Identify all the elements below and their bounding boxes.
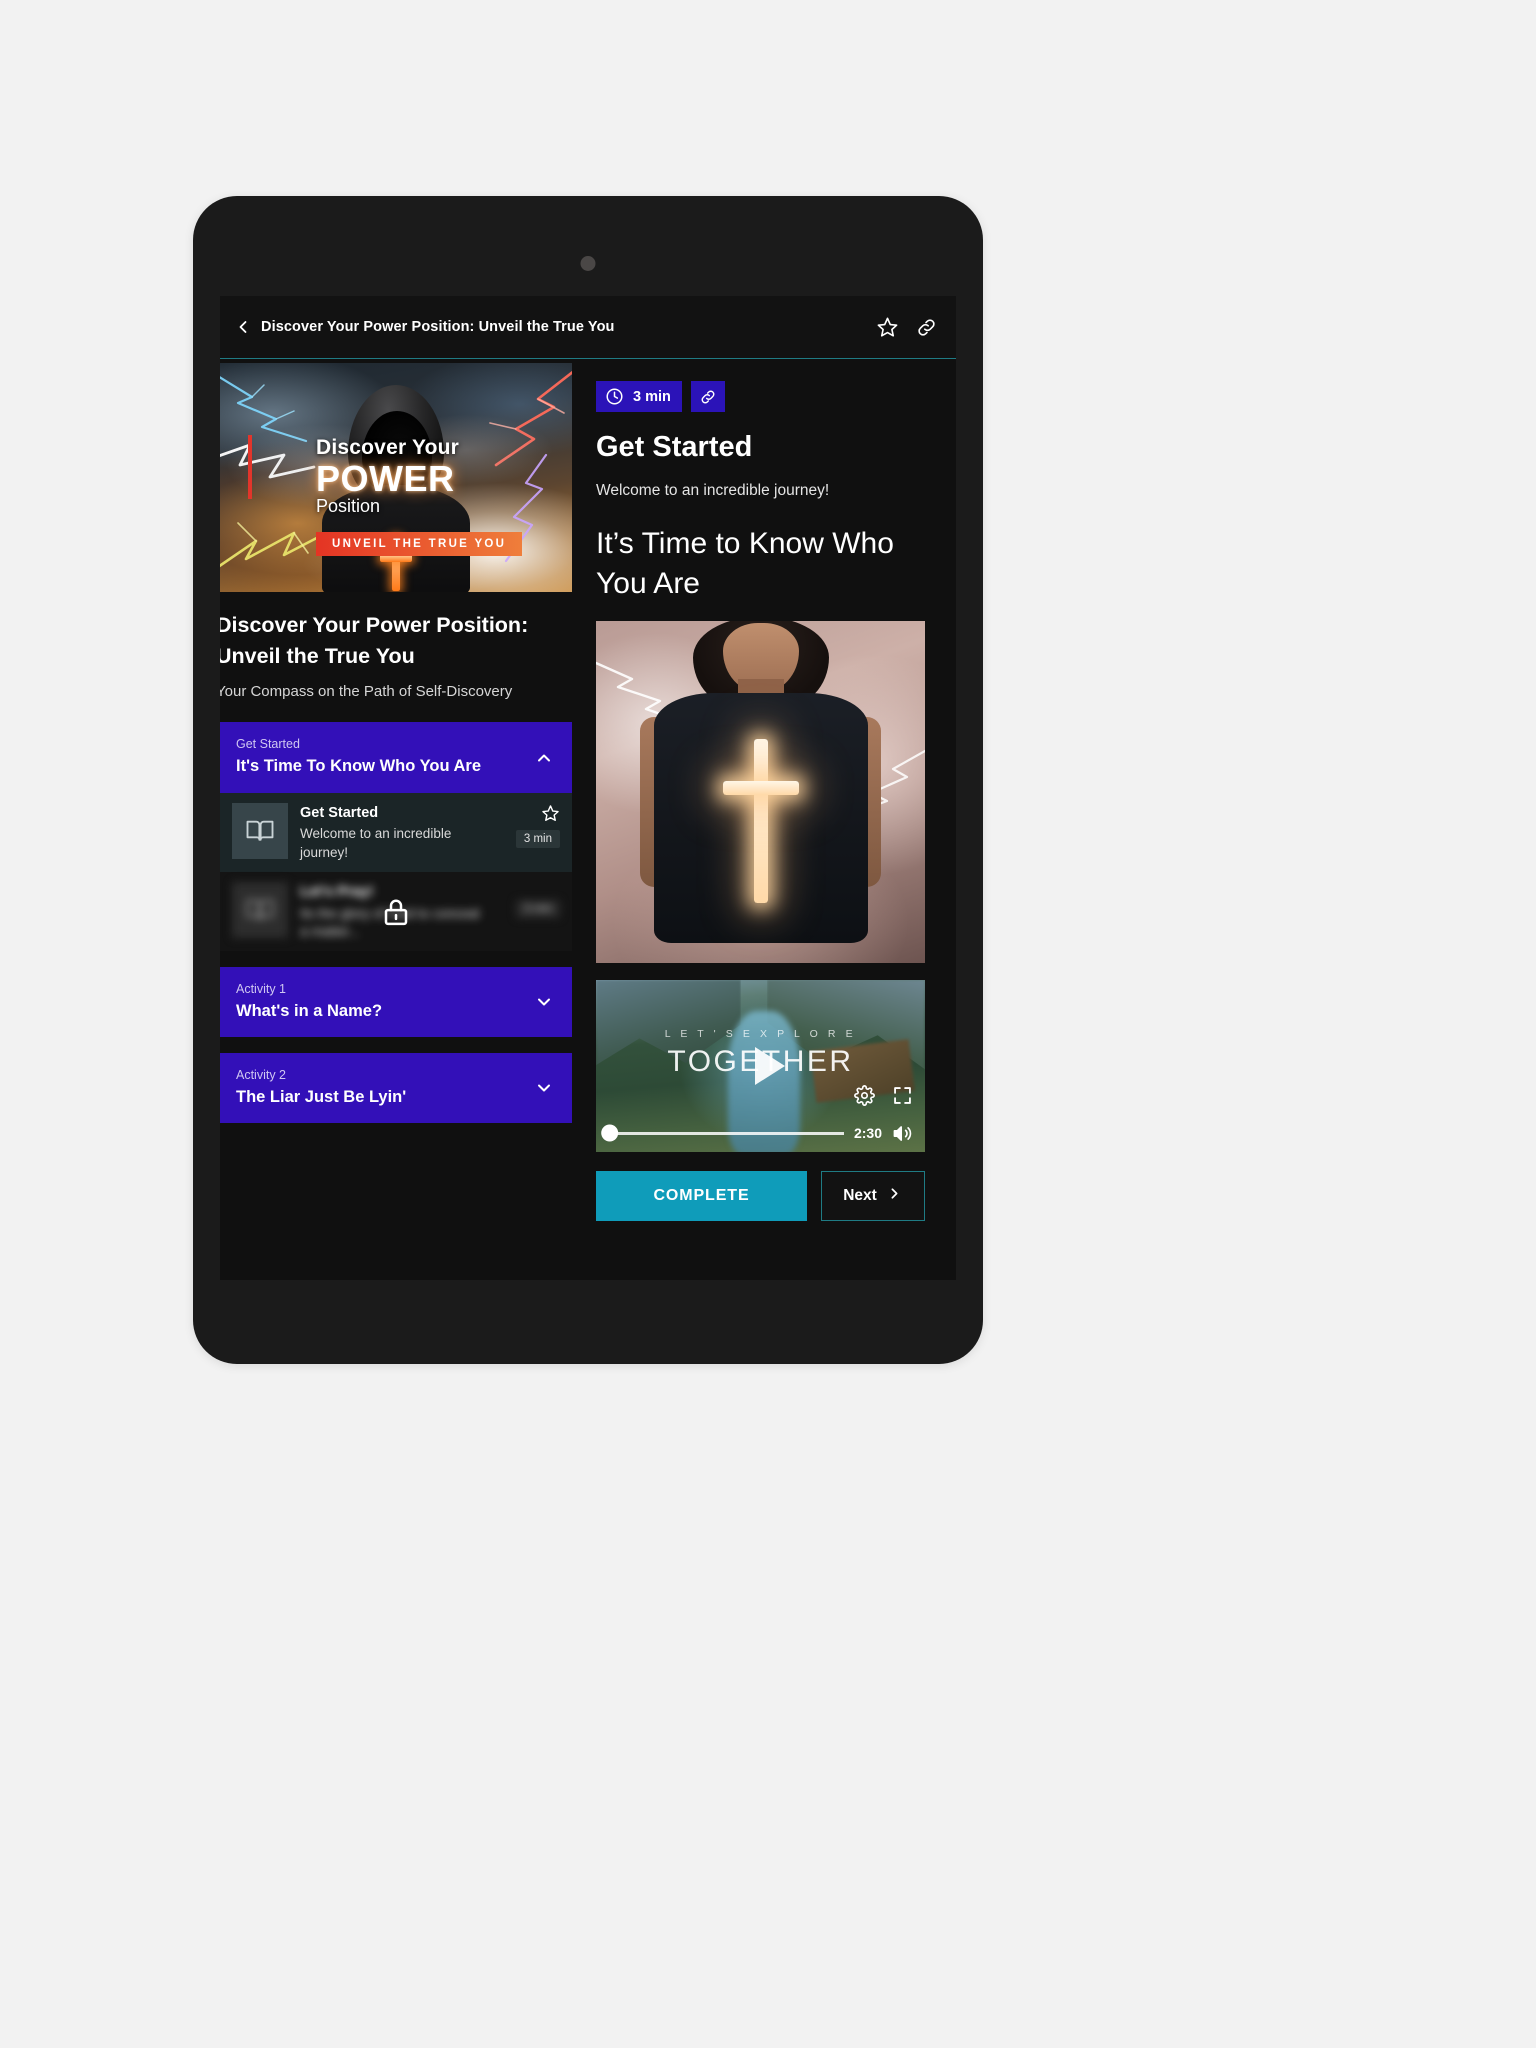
video-progress-slider[interactable] [601, 1124, 844, 1142]
chevron-right-icon [886, 1185, 903, 1207]
lesson-image [596, 620, 925, 963]
accordion-title: The Liar Just Be Lyin' [236, 1088, 407, 1107]
video-timestamp: 2:30 [853, 1125, 882, 1142]
complete-button[interactable]: COMPLETE [596, 1170, 807, 1221]
list-item-duration: 3 min [515, 829, 560, 848]
hero-line-2: POWER [316, 458, 455, 499]
lesson-video-player[interactable]: L E T ' S E X P L O R E TOGETHER 2:30 [596, 979, 925, 1152]
accordion-kicker: Activity 2 [236, 1068, 287, 1083]
hero-line-3: Position [316, 496, 381, 516]
course-hero-thumbnail: Discover Your POWER Position UNVEIL THE … [220, 363, 572, 592]
accordion-body-get-started: Get Started Welcome to an incredible jou… [220, 792, 572, 952]
list-item-text: Get Started Welcome to an incredible jou… [300, 803, 490, 862]
app-screen: Discover Your Power Position: Unveil the… [220, 296, 956, 1280]
book-icon [232, 881, 288, 938]
video-controls-top [854, 1084, 913, 1106]
chevron-down-icon[interactable] [534, 992, 554, 1012]
list-item-locked[interactable]: Let's Pray! Its the glory of God to conc… [220, 871, 572, 952]
video-progress-handle[interactable] [601, 1124, 619, 1142]
gear-icon[interactable] [854, 1084, 875, 1106]
accordion-header-activity-2[interactable]: Activity 2 The Liar Just Be Lyin' [220, 1053, 572, 1124]
course-sidebar: Discover Your POWER Position UNVEIL THE … [220, 359, 572, 1280]
content-area: Discover Your POWER Position UNVEIL THE … [220, 359, 956, 1280]
lesson-intro-text: Welcome to an incredible journey! [596, 482, 830, 499]
lock-icon [381, 897, 411, 927]
accordion-kicker: Activity 1 [236, 982, 287, 997]
lesson-subheading: It’s Time to Know Who You Are [596, 527, 894, 600]
hero-badge: UNVEIL THE TRUE YOU [316, 532, 523, 556]
fullscreen-icon[interactable] [892, 1085, 913, 1106]
page-title: Discover Your Power Position: Unveil the… [261, 319, 615, 335]
lesson-meta-row: 3 min [596, 381, 934, 412]
duration-value: 3 min [633, 388, 671, 405]
app-header-bar: Discover Your Power Position: Unveil the… [220, 296, 956, 359]
lesson-heading: Get Started [596, 431, 753, 463]
accordion-header-get-started[interactable]: Get Started It's Time To Know Who You Ar… [220, 722, 572, 793]
list-item-description: Welcome to an incredible journey! [300, 826, 452, 860]
accordion-title: It's Time To Know Who You Are [236, 757, 482, 776]
chevron-up-icon[interactable] [534, 748, 554, 768]
course-title: Discover Your Power Position: Unveil the… [220, 613, 529, 668]
accordion-title: What's in a Name? [236, 1002, 383, 1021]
chevron-down-icon[interactable] [534, 1078, 554, 1098]
list-item[interactable]: Get Started Welcome to an incredible jou… [220, 792, 572, 872]
play-icon[interactable] [754, 1046, 785, 1085]
lesson-detail-panel: 3 min Get Started Welcome to an incredib… [572, 359, 956, 1280]
video-overlay-small: L E T ' S E X P L O R E [664, 1027, 857, 1040]
accordion-header-activity-1[interactable]: Activity 1 What's in a Name? [220, 967, 572, 1038]
star-outline-icon[interactable] [876, 316, 899, 339]
link-icon[interactable] [915, 316, 938, 339]
hero-line-1: Discover Your [316, 436, 460, 459]
next-button-label: Next [843, 1186, 877, 1204]
course-subtitle: Your Compass on the Path of Self-Discove… [220, 683, 513, 701]
video-controls-bottom: 2:30 [596, 1123, 925, 1144]
clock-icon [605, 387, 624, 406]
list-item-title: Get Started [300, 804, 379, 821]
chevron-left-icon[interactable] [232, 316, 254, 338]
tablet-device-frame: Discover Your Power Position: Unveil the… [193, 196, 983, 1364]
front-camera [580, 256, 596, 271]
book-icon [232, 802, 288, 859]
app-header-actions [876, 316, 938, 339]
accordion-kicker: Get Started [236, 737, 300, 752]
star-outline-icon[interactable] [541, 804, 560, 823]
list-item-meta: 3 min [502, 882, 560, 941]
duration-badge: 3 min [596, 381, 682, 412]
volume-icon[interactable] [892, 1123, 913, 1144]
list-item-meta: 3 min [502, 803, 560, 862]
list-item-duration: 3 min [515, 899, 560, 918]
hero-accent-bar [248, 435, 252, 499]
link-icon[interactable] [690, 381, 725, 412]
lesson-accordion-list: Get Started It's Time To Know Who You Ar… [220, 722, 572, 1124]
next-button[interactable]: Next [821, 1170, 925, 1221]
lesson-action-buttons: COMPLETE Next [596, 1170, 934, 1221]
